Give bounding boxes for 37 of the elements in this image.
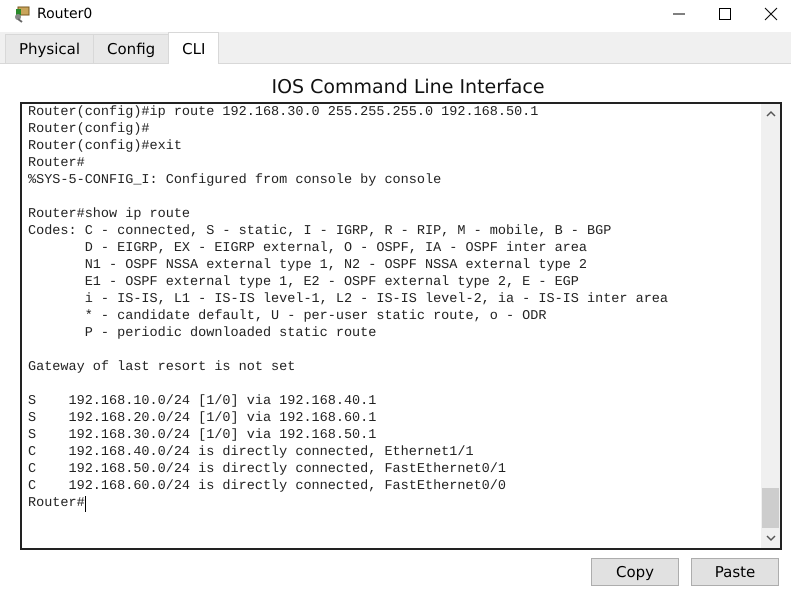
window-title: Router0: [37, 6, 92, 22]
console-line: C 192.168.60.0/24 is directly connected, FastEthernet0/0: [28, 478, 507, 495]
text-cursor: [84, 496, 86, 512]
console-line: Router(config)#exit: [28, 138, 183, 155]
console-line: P - periodic downloaded static route: [84, 325, 378, 342]
console-line: C 192.168.50.0/24 is directly connected, FastEthernet0/1: [28, 461, 507, 478]
console-line: Router#: [28, 495, 85, 512]
console-line: Router#: [28, 155, 86, 172]
scroll-thumb[interactable]: [762, 488, 779, 528]
scroll-up-icon[interactable]: [766, 110, 776, 118]
console-line: Gateway of last resort is not set: [28, 359, 296, 376]
panel-heading: IOS Command Line Interface: [270, 75, 546, 100]
router-icon: [13, 5, 31, 23]
console-line: N1 - OSPF NSSA external type 1, N2 - OSPF NSSA external type 2: [84, 257, 588, 274]
console-line: S 192.168.20.0/24 [1/0] via 192.168.60.1: [28, 410, 378, 427]
tab[interactable]: Config: [93, 34, 170, 63]
scrollbar[interactable]: [761, 104, 780, 548]
console-line: Codes: C - connected, S - static, I - IGRP, R - RIP, M - mobile, B - BGP: [28, 223, 612, 240]
console-line: * - candidate default, U - per-user static route, o - ODR: [84, 308, 548, 325]
scroll-down-icon[interactable]: [766, 534, 776, 542]
console-line: S 192.168.10.0/24 [1/0] via 192.168.40.1: [28, 393, 378, 410]
tab[interactable]: CLI: [168, 32, 220, 64]
console-line: S 192.168.30.0/24 [1/0] via 192.168.50.1: [28, 427, 378, 444]
console-line: D - EIGRP, EX - EIGRP external, O - OSPF, IA - OSPF inter area: [84, 240, 588, 257]
console-line: C 192.168.40.0/24 is directly connected, Ethernet1/1: [28, 444, 475, 461]
console-line: Router(config)#ip route 192.168.30.0 255.255.255.0 192.168.50.1: [28, 104, 540, 121]
console-line: E1 - OSPF external type 1, E2 - OSPF external type 2, E - EGP: [84, 274, 580, 291]
terminal-console[interactable]: [20, 102, 782, 550]
console-line: Router(config)#: [28, 121, 151, 138]
action-button[interactable]: Paste: [691, 558, 779, 586]
action-button[interactable]: Copy: [591, 558, 679, 586]
console-line: %SYS-5-CONFIG_I: Configured from console by console: [28, 172, 442, 189]
close-icon[interactable]: [764, 7, 778, 21]
tab[interactable]: Physical: [5, 34, 94, 63]
console-line: i - IS-IS, L1 - IS-IS level-1, L2 - IS-IS level-2, ia - IS-IS inter area: [84, 291, 670, 308]
console-line: Router#show ip route: [28, 206, 192, 223]
maximize-icon[interactable]: [718, 7, 732, 21]
